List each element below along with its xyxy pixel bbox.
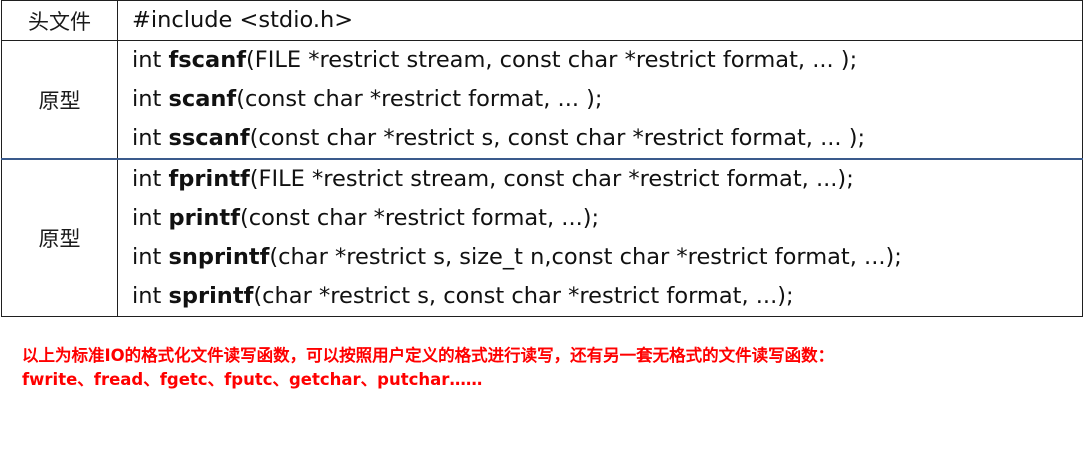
prototype-line-fscanf: int fscanf(FILE *restrict stream, const … [132, 41, 1082, 80]
function-name: sprintf [168, 283, 254, 309]
function-args: (char *restrict s, size_t n,const char *… [269, 244, 902, 270]
prototype-label: 原型 [1, 158, 118, 317]
note-line-2: fwrite、fread、fgetc、fputc、getchar、putchar… [22, 370, 483, 389]
return-type: int [132, 125, 169, 151]
header-file-value: #include <stdio.h> [117, 0, 1083, 41]
function-name: fprintf [168, 166, 250, 192]
return-type: int [132, 47, 169, 73]
function-args: (const char *restrict s, const char *res… [249, 125, 866, 151]
function-args: (const char *restrict format, ... ); [236, 86, 603, 112]
function-name: fscanf [168, 47, 247, 73]
return-type: int [132, 244, 169, 270]
prototype-line-snprintf: int snprintf(char *restrict s, size_t n,… [132, 238, 1082, 277]
prototype-list: int fscanf(FILE *restrict stream, const … [117, 40, 1083, 159]
prototype-line-printf: int printf(const char *restrict format, … [132, 199, 1082, 238]
return-type: int [132, 86, 169, 112]
note-line-1: 以上为标准IO的格式化文件读写函数，可以按照用户定义的格式进行读写，还有另一套无… [22, 346, 835, 365]
prototype-list: int fprintf(FILE *restrict stream, const… [117, 158, 1083, 317]
scanf-family-table: 头文件 #include <stdio.h> 原型 int fscanf(FIL… [1, 0, 1083, 159]
function-reference-tables: 头文件 #include <stdio.h> 原型 int fscanf(FIL… [0, 0, 1084, 317]
function-name: sscanf [168, 125, 250, 151]
prototype-line-sprintf: int sprintf(char *restrict s, const char… [132, 277, 1082, 316]
function-name: scanf [168, 86, 237, 112]
function-args: (const char *restrict format, ...); [239, 205, 600, 231]
prototype-line-sscanf: int sscanf(const char *restrict s, const… [132, 119, 1082, 158]
unformatted-io-note: 以上为标准IO的格式化文件读写函数，可以按照用户定义的格式进行读写，还有另一套无… [22, 344, 834, 392]
prototype-line-fprintf: int fprintf(FILE *restrict stream, const… [132, 160, 1082, 199]
header-file-label: 头文件 [1, 0, 118, 41]
printf-family-table: 原型 int fprintf(FILE *restrict stream, co… [1, 158, 1083, 317]
function-name: printf [168, 205, 240, 231]
include-line: #include <stdio.h> [132, 7, 354, 33]
function-args: (char *restrict s, const char *restrict … [253, 283, 794, 309]
function-args: (FILE *restrict stream, const char *rest… [249, 166, 854, 192]
function-name: snprintf [168, 244, 270, 270]
return-type: int [132, 205, 169, 231]
return-type: int [132, 166, 169, 192]
function-args: (FILE *restrict stream, const char *rest… [246, 47, 858, 73]
prototype-line-scanf: int scanf(const char *restrict format, .… [132, 80, 1082, 119]
return-type: int [132, 283, 169, 309]
header-row: 头文件 #include <stdio.h> [1, 0, 1083, 41]
prototype-row: 原型 int fprintf(FILE *restrict stream, co… [1, 158, 1083, 317]
prototype-label: 原型 [1, 40, 118, 159]
prototype-row: 原型 int fscanf(FILE *restrict stream, con… [1, 40, 1083, 159]
